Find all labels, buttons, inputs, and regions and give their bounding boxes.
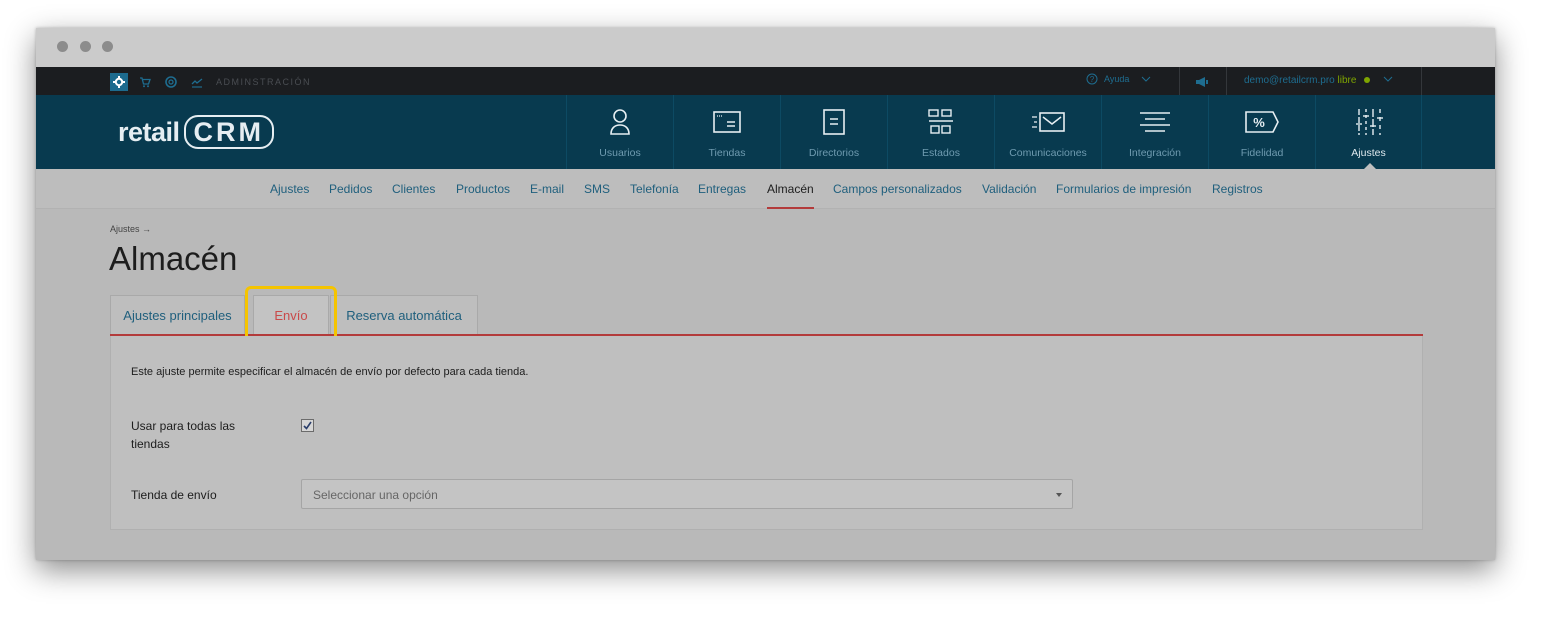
user-email: demo@retailcrm.pro: [1244, 75, 1335, 86]
user-icon: [610, 109, 630, 135]
chevron-down-icon: [1383, 76, 1393, 82]
retailcrm-logo[interactable]: retail CRM: [118, 115, 275, 149]
page-title: Almacén: [109, 240, 238, 277]
nav-comunicaciones[interactable]: Comunicaciones: [994, 95, 1101, 169]
subnav-telefonia[interactable]: Telefonía: [630, 182, 679, 196]
nav-usuarios[interactable]: Usuarios: [566, 95, 673, 169]
window-titlebar: [36, 28, 1495, 67]
panel-description: Este ajuste permite especificar el almac…: [131, 366, 529, 378]
subnav-campos-personalizados[interactable]: Campos personalizados: [833, 182, 962, 196]
subnav-formularios-impresion[interactable]: Formularios de impresión: [1056, 182, 1191, 196]
tab-reserva-automatica[interactable]: Reserva automática: [330, 295, 478, 335]
megaphone-icon[interactable]: [1194, 75, 1210, 93]
status-grid-icon: [928, 109, 953, 134]
chevron-down-icon: [1142, 76, 1151, 82]
store-window-icon: [713, 111, 741, 133]
percent-tag-icon: %: [1245, 111, 1279, 133]
help-circle-icon: ?: [1086, 73, 1098, 85]
checkmark-icon: [303, 421, 312, 430]
page-content: Ajustes → Almacén Ajustes principales En…: [36, 209, 1495, 560]
user-menu[interactable]: demo@retailcrm.pro libre: [1244, 75, 1393, 86]
cart-icon[interactable]: [136, 73, 154, 91]
nav-tiendas[interactable]: Tiendas: [673, 95, 780, 169]
analytics-chart-icon[interactable]: [188, 73, 206, 91]
subnav-entregas[interactable]: Entregas: [698, 182, 746, 196]
divider: [1421, 67, 1422, 95]
support-lifebuoy-icon[interactable]: [162, 73, 180, 91]
subnav-clientes[interactable]: Clientes: [392, 182, 435, 196]
nav-fidelidad[interactable]: % Fidelidad: [1208, 95, 1315, 169]
use-all-stores-label: Usar para todas las tiendas: [131, 419, 236, 451]
subnav-ajustes[interactable]: Ajustes: [270, 182, 309, 196]
help-menu[interactable]: ? Ayuda: [1086, 73, 1151, 85]
user-plan: libre: [1337, 75, 1357, 86]
nav-ajustes[interactable]: Ajustes: [1315, 95, 1422, 169]
sliders-icon: [1355, 109, 1383, 135]
subnav-registros[interactable]: Registros: [1212, 182, 1263, 196]
subnav-sms[interactable]: SMS: [584, 182, 610, 196]
divider: [1226, 67, 1227, 95]
shipping-store-select[interactable]: Seleccionar una opción: [301, 479, 1073, 509]
integration-lines-icon: [1140, 112, 1170, 132]
caret-down-icon: [1056, 493, 1062, 497]
nav-estados[interactable]: Estados: [887, 95, 994, 169]
svg-text:%: %: [1253, 115, 1265, 130]
subnav-validacion[interactable]: Validación: [982, 182, 1036, 196]
divider: [1179, 67, 1180, 95]
svg-text:?: ?: [1090, 75, 1095, 84]
admin-topbar: ADMINSTRACIÓN ? Ayuda demo@retailcrm.pro…: [36, 67, 1495, 95]
settings-panel: Este ajuste permite especificar el almac…: [110, 336, 1423, 530]
window-maximize-dot[interactable]: [102, 41, 113, 52]
nav-directorios[interactable]: Directorios: [780, 95, 887, 169]
use-all-stores-checkbox[interactable]: [301, 419, 314, 432]
shipping-store-label: Tienda de envío: [131, 488, 217, 502]
subnav-email[interactable]: E-mail: [530, 182, 564, 196]
tab-ajustes-principales[interactable]: Ajustes principales: [110, 295, 245, 335]
gear-icon[interactable]: [110, 73, 128, 91]
select-placeholder: Seleccionar una opción: [313, 488, 438, 502]
highlight-frame: [245, 286, 337, 343]
window-close-dot[interactable]: [57, 41, 68, 52]
subnav-almacen[interactable]: Almacén: [767, 182, 814, 196]
document-icon: [823, 109, 845, 135]
help-label: Ayuda: [1104, 74, 1130, 84]
admin-section-label: ADMINSTRACIÓN: [216, 77, 312, 87]
window-minimize-dot[interactable]: [80, 41, 91, 52]
browser-window: ADMINSTRACIÓN ? Ayuda demo@retailcrm.pro…: [36, 28, 1495, 560]
online-status-dot: [1364, 77, 1371, 84]
main-navigation: retail CRM Usuarios Tiendas Directorios …: [36, 95, 1495, 169]
subnav-pedidos[interactable]: Pedidos: [329, 182, 372, 196]
subnav-productos[interactable]: Productos: [456, 182, 510, 196]
breadcrumb[interactable]: Ajustes →: [110, 224, 151, 234]
settings-subnav: Ajustes Pedidos Clientes Productos E-mai…: [36, 169, 1495, 209]
mail-icon: [1032, 112, 1065, 132]
nav-integracion[interactable]: Integración: [1101, 95, 1208, 169]
